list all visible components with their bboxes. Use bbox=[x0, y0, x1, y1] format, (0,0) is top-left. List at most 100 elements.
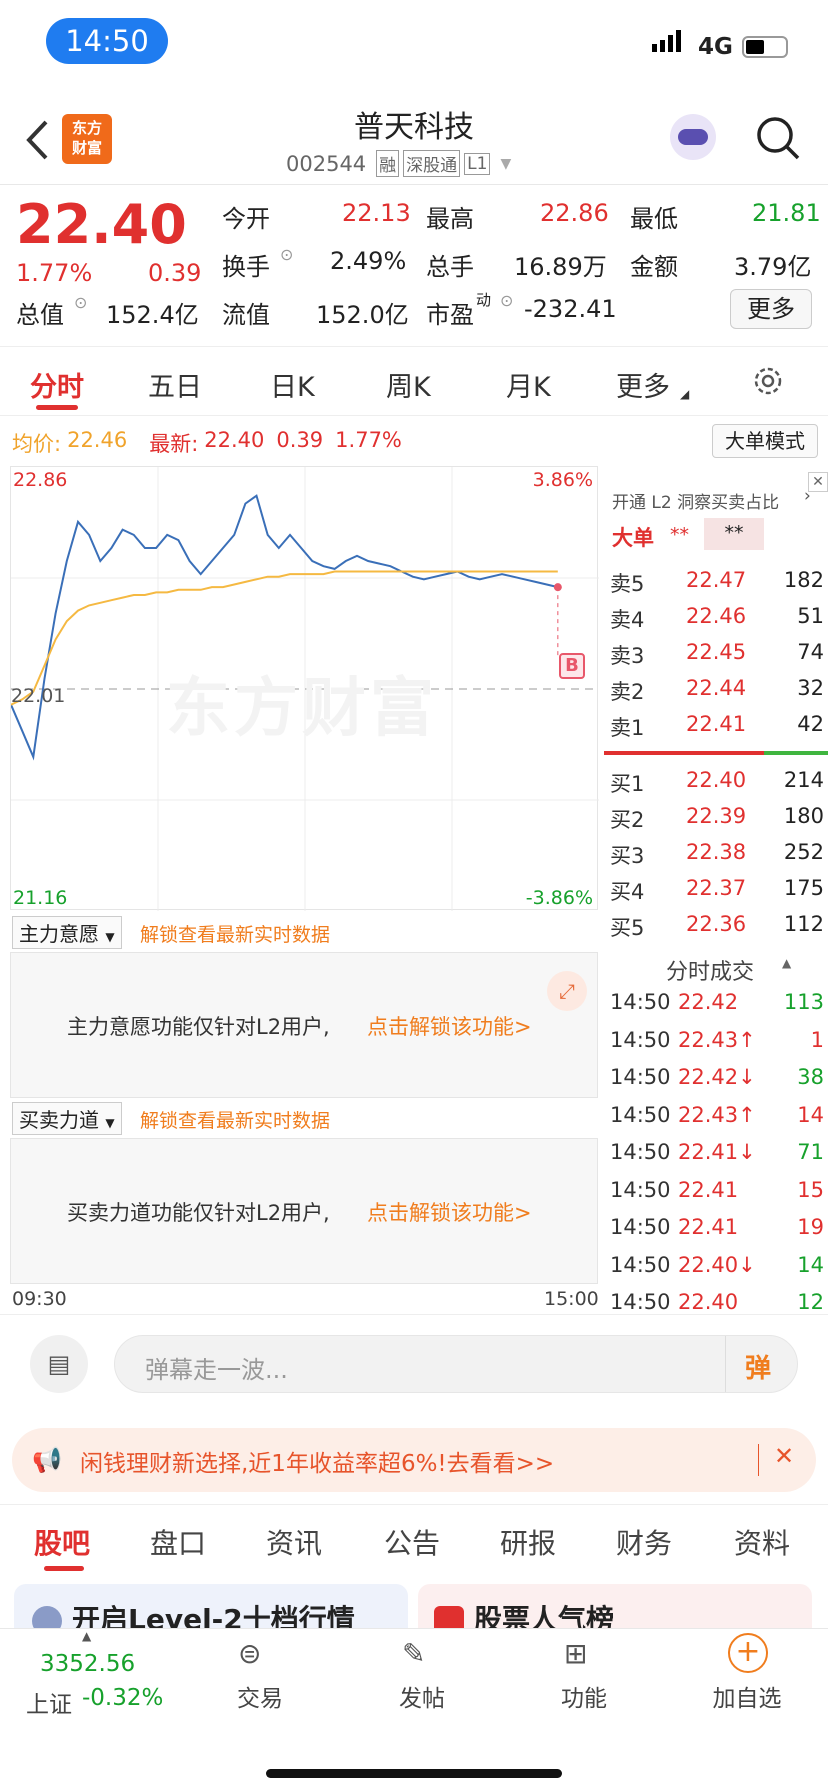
level-volume: 42 bbox=[797, 712, 824, 736]
tick-volume: 38 bbox=[797, 1065, 824, 1089]
avg-value: 22.46 bbox=[67, 428, 128, 452]
intraday-chart[interactable]: 22.86 21.16 3.86% -3.86% 22.01 东方财富 B bbox=[10, 466, 599, 911]
tick-price: 22.40 bbox=[678, 1290, 739, 1314]
big-order-mode-button[interactable]: 大单模式 bbox=[712, 424, 818, 458]
turnover-value: 2.49% bbox=[330, 247, 407, 275]
caret-up-icon: ▲ bbox=[82, 1629, 92, 1643]
level-volume: 252 bbox=[783, 840, 824, 864]
x-start-label: 09:30 bbox=[12, 1288, 67, 1310]
panel-message: 买卖力道功能仅针对L2用户, bbox=[67, 1201, 330, 1225]
change-percent: 1.77% bbox=[16, 259, 93, 287]
tab-profile[interactable]: 资料 bbox=[734, 1522, 790, 1562]
tab-orderbook[interactable]: 盘口 bbox=[150, 1522, 206, 1562]
buy-marker[interactable]: B bbox=[559, 653, 585, 679]
chevron-up-icon: ▲ bbox=[782, 956, 792, 970]
edit-icon: ✎ bbox=[402, 1637, 426, 1670]
level-price: 22.44 bbox=[686, 676, 747, 700]
signal-icon bbox=[652, 30, 686, 56]
buy-sell-force-dropdown[interactable]: 买卖力道 ▼ bbox=[12, 1102, 122, 1135]
buy-sell-force-panel: 买卖力道功能仅针对L2用户, 点击解锁该功能> bbox=[10, 1138, 598, 1284]
stock-code-row[interactable]: 002544 融 深股通 L1 ▼ bbox=[286, 150, 511, 177]
tick-time: 14:50 bbox=[610, 1215, 671, 1239]
tab-five-day[interactable]: 五日 bbox=[148, 365, 202, 404]
turnover-label: 换手 bbox=[222, 253, 270, 281]
tab-forum[interactable]: 股吧 bbox=[34, 1522, 90, 1562]
stock-code: 002544 bbox=[286, 151, 367, 176]
watermark: 东方财富 bbox=[166, 672, 438, 746]
tick-price: 22.43↑ bbox=[678, 1102, 756, 1127]
trade-button[interactable]: 交易 bbox=[205, 1679, 315, 1713]
level-volume: 74 bbox=[797, 640, 824, 664]
last-price-point bbox=[553, 583, 562, 592]
index-name: 上证 bbox=[26, 1692, 72, 1718]
unlock-link[interactable]: 解锁查看最新实时数据 bbox=[140, 1106, 330, 1133]
post-button[interactable]: 发帖 bbox=[367, 1679, 477, 1713]
tab-financials[interactable]: 财务 bbox=[616, 1522, 672, 1562]
unlock-cta[interactable]: 点击解锁该功能> bbox=[367, 1197, 532, 1227]
level-volume: 182 bbox=[783, 568, 824, 592]
info-icon[interactable]: ⊙ bbox=[74, 293, 87, 312]
level-volume: 175 bbox=[783, 876, 824, 900]
tick-time: 14:50 bbox=[610, 1102, 671, 1127]
gear-icon[interactable] bbox=[752, 365, 784, 401]
level-label: 卖2 bbox=[610, 680, 645, 704]
level-label: 卖5 bbox=[610, 572, 645, 596]
level-price: 22.36 bbox=[686, 912, 747, 936]
close-icon[interactable]: ✕ bbox=[774, 1442, 794, 1470]
danmu-input[interactable]: 弹幕走一波... 弹 bbox=[114, 1335, 798, 1393]
tab-more[interactable]: 更多 bbox=[616, 365, 670, 404]
info-icon[interactable]: ⊙ bbox=[280, 245, 293, 264]
last-change: 0.39 bbox=[276, 428, 324, 452]
main-force-dropdown[interactable]: 主力意愿 ▼ bbox=[12, 916, 122, 949]
search-icon[interactable] bbox=[756, 116, 800, 164]
volume-value: 16.89万 bbox=[514, 253, 607, 281]
tab-monthly-k[interactable]: 月K bbox=[506, 365, 551, 404]
x-end-label: 15:00 bbox=[544, 1288, 599, 1310]
level-price: 22.38 bbox=[686, 840, 747, 864]
tick-price: 22.43↑ bbox=[678, 1027, 756, 1052]
y-max-label: 22.86 bbox=[13, 469, 68, 491]
tab-news[interactable]: 资讯 bbox=[266, 1522, 322, 1562]
promo-banner[interactable]: 📢 闲钱理财新选择,近1年收益率超6%!去看看>> ✕ bbox=[12, 1428, 816, 1492]
ratio-bar-red bbox=[604, 751, 764, 755]
main-force-panel: 主力意愿功能仅针对L2用户, 点击解锁该功能> ⤢ bbox=[10, 952, 598, 1098]
tab-announcements[interactable]: 公告 bbox=[384, 1522, 440, 1562]
info-icon[interactable]: ⊙ bbox=[500, 291, 513, 310]
add-watchlist-button[interactable]: 加自选 bbox=[692, 1679, 802, 1713]
level-label: 卖3 bbox=[610, 644, 645, 668]
low-value: 21.81 bbox=[752, 199, 821, 227]
connect-badge: 深股通 bbox=[403, 150, 461, 177]
tick-time: 14:50 bbox=[610, 1252, 671, 1277]
more-button[interactable]: 更多 bbox=[730, 289, 812, 329]
close-icon[interactable]: ✕ bbox=[808, 472, 828, 492]
level-volume: 180 bbox=[783, 804, 824, 828]
tab-research[interactable]: 研报 bbox=[500, 1522, 556, 1562]
unlock-cta[interactable]: 点击解锁该功能> bbox=[367, 1011, 532, 1041]
high-value: 22.86 bbox=[540, 199, 609, 227]
avg-label: 均价: bbox=[12, 432, 62, 456]
tab-weekly-k[interactable]: 周K bbox=[386, 365, 431, 404]
tick-price: 22.42↓ bbox=[678, 1065, 756, 1089]
quote-summary: 22.40 1.77% 0.39 今开 22.13 最高 22.86 最低 21… bbox=[0, 184, 828, 346]
tab-daily-k[interactable]: 日K bbox=[270, 365, 315, 404]
index-value[interactable]: 3352.56 bbox=[40, 1651, 135, 1677]
grid-icon: ⊞ bbox=[564, 1637, 588, 1670]
tab-intraday[interactable]: 分时 bbox=[30, 365, 84, 404]
tick-time: 14:50 bbox=[610, 1290, 671, 1314]
ticks-title[interactable]: 分时成交 bbox=[666, 954, 754, 986]
unlock-link[interactable]: 解锁查看最新实时数据 bbox=[140, 920, 330, 947]
volume-label: 总手 bbox=[426, 253, 474, 281]
level-price: 22.47 bbox=[686, 568, 747, 592]
note-icon[interactable]: ▤ bbox=[30, 1335, 88, 1393]
y-right-min-label: -3.86% bbox=[525, 887, 593, 909]
l2-promo-link[interactable]: 开通 L2 洞察买卖占比 bbox=[612, 488, 779, 513]
last-percent: 1.77% bbox=[335, 428, 402, 452]
index-percent: -0.32% bbox=[82, 1685, 164, 1711]
danmu-send-button[interactable]: 弹 bbox=[745, 1348, 771, 1385]
functions-button[interactable]: 功能 bbox=[529, 1679, 639, 1713]
robot-assistant-icon[interactable] bbox=[670, 114, 716, 160]
low-label: 最低 bbox=[630, 205, 678, 233]
high-label: 最高 bbox=[426, 205, 474, 233]
tick-volume: 1 bbox=[810, 1027, 824, 1052]
expand-icon[interactable]: ⤢ bbox=[547, 971, 587, 1011]
